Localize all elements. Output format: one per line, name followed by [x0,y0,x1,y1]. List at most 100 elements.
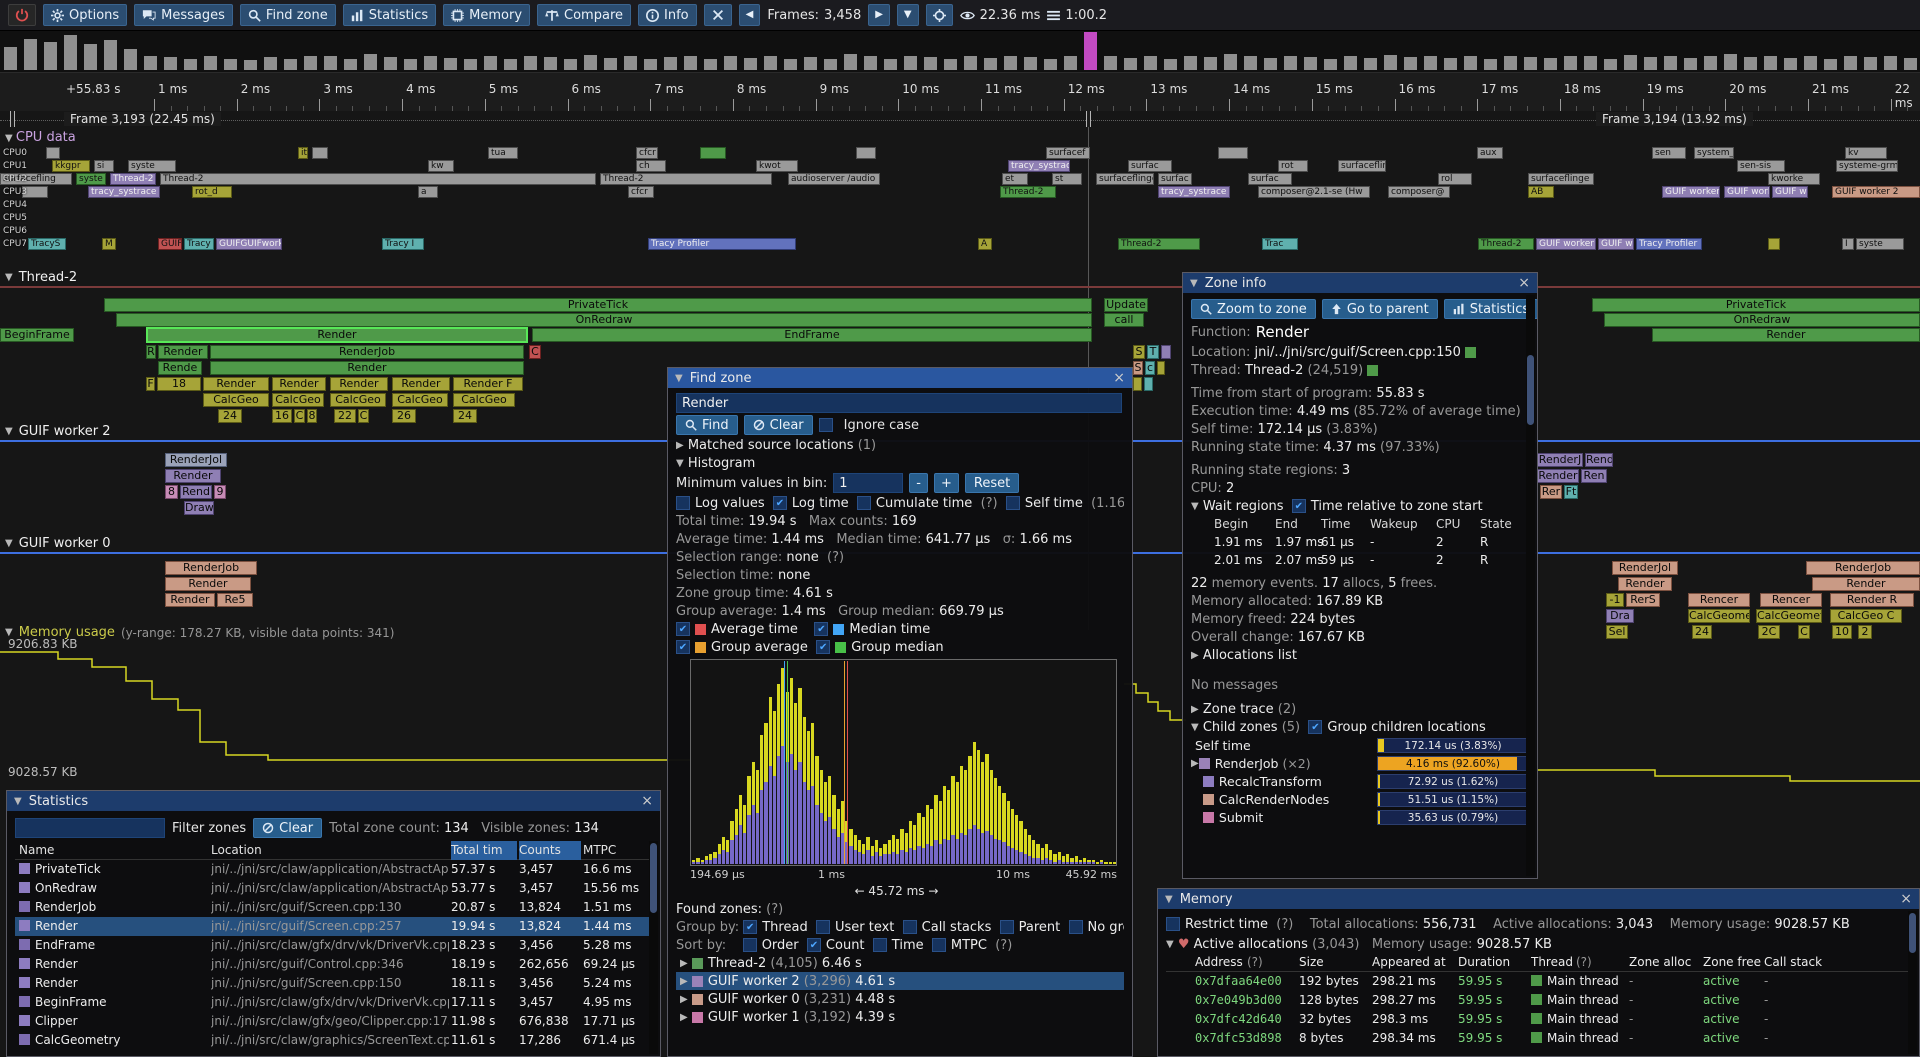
timeline-zone[interactable]: CalcGeome [1688,609,1750,623]
timeline-zone[interactable]: Draw [184,501,214,515]
stats-row[interactable]: PrivateTickjni/../jni/src/claw/applicati… [15,860,652,879]
cpu-segment[interactable]: AB [1528,186,1554,198]
cpu-segment[interactable]: rot [1278,160,1308,172]
timeline-zone[interactable]: OnRedraw [1604,313,1920,327]
group-thread-checkbox[interactable]: ✔ [743,920,757,934]
collapse-arrow[interactable]: ▶ [1191,650,1199,661]
timeline-zone[interactable]: Render F [453,377,523,391]
collapse-arrow[interactable]: ▼ [676,458,684,469]
timeline-zone[interactable]: Sel [1606,625,1628,639]
timeline-zone[interactable]: RenderJol [1612,561,1678,575]
log-values-checkbox[interactable] [676,496,690,510]
stats-column-header[interactable]: Counts [519,841,581,860]
cpu-segment[interactable] [1768,238,1780,250]
cpu-segment[interactable]: GUIF w [1598,238,1634,250]
thread-header[interactable]: ▼GUIF worker 2 [5,423,110,439]
timeline-zone[interactable]: CalcGeomet [1756,609,1822,623]
self-time-checkbox[interactable] [1006,496,1020,510]
collapse-arrow[interactable]: ▼ [5,538,13,549]
timeline-zone[interactable]: Render [165,469,221,483]
memory-column-header[interactable]: Address [1195,953,1243,972]
collapse-arrow[interactable]: ▶ [676,440,684,451]
timeline-zone[interactable] [1161,345,1171,359]
zone-info-scrollbar[interactable] [1526,295,1535,876]
stats-column-header[interactable]: Location [211,841,449,860]
collapse-arrow[interactable]: ▼ [1165,894,1173,905]
timeline-zone[interactable]: 10 [1832,625,1852,639]
cpu-segment[interactable]: sen [1652,147,1686,159]
timeline-zone[interactable]: Render R [1830,593,1914,607]
timeline-zone[interactable]: R [146,345,156,359]
child-zone-row[interactable]: Submit 35.63 us (0.79%) [1191,808,1529,826]
cpu-segment[interactable]: Tracy [184,238,214,250]
memory-column-header[interactable]: Zone alloc [1629,953,1691,972]
memory-column-header[interactable]: Call stack [1764,953,1822,972]
memory-button[interactable]: Memory [443,4,530,26]
cpu-segment[interactable]: GUIF w [1772,186,1808,198]
next-frame-button[interactable]: ▶ [868,4,890,26]
stats-row[interactable]: CalcGeometryjni/../jni/src/claw/graphics… [15,1031,652,1050]
ignore-case-checkbox[interactable] [819,418,833,432]
cpu-segment[interactable]: I [1842,238,1854,250]
stats-filter-input[interactable] [15,818,165,838]
zone-info-window-titlebar[interactable]: ▼ Zone info × [1183,273,1537,293]
timeline-zone[interactable]: RenderJol [165,453,227,467]
cpu-segment[interactable]: surfaceflinge [1528,173,1594,185]
collapse-arrow[interactable]: ▶ [1191,704,1199,715]
allocation-row[interactable]: 0x7dfaa64e00192 bytes298.21 ms59.95 s-ac… [1166,972,1911,991]
cpu-segment[interactable]: tracy_systrace [88,186,160,198]
cpu-segment[interactable]: kkgpr [52,160,90,172]
timeline-zone[interactable]: C [294,409,305,423]
allocation-row[interactable]: 0x7e049b3d00128 bytes298.27 ms59.95 s-ac… [1166,991,1911,1010]
wait-column-header[interactable]: Time [1321,515,1350,533]
timeline-zone[interactable]: Render [210,361,524,375]
tools-button[interactable] [704,4,732,26]
child-zone-row[interactable]: CalcRenderNodes 51.51 us (1.15%) [1191,790,1529,808]
active-allocations-header[interactable]: ▼ ♥ Active allocations (3,043) Memory us… [1166,935,1911,953]
timeline-zone[interactable]: CalcGeo [453,393,515,407]
memory-scrollbar[interactable] [1908,911,1917,1054]
restrict-time-checkbox[interactable] [1166,917,1180,931]
stats-row[interactable]: Renderjni/../jni/src/guif/Screen.cpp:150… [15,974,652,993]
close-icon[interactable]: × [641,794,653,808]
cpu-segment[interactable]: Thread-2 [600,173,772,185]
zone-statistics-button[interactable]: Statistics [1444,299,1537,319]
cpu-segment[interactable]: surfac [1158,173,1192,185]
expand-arrow[interactable]: ▶ [680,976,688,987]
collapse-arrow[interactable]: ▼ [5,272,13,283]
cpu-segment[interactable]: aux [1477,147,1503,159]
cpu-segment[interactable]: surfaceflinger [1096,173,1154,185]
cpu-segment[interactable]: Thread-2 [1478,238,1534,250]
expand-arrow[interactable]: ▶ [680,1012,688,1023]
timeline-zone[interactable]: call [1104,313,1144,327]
time-ruler[interactable]: +55.83 s1 ms2 ms3 ms4 ms5 ms6 ms7 ms8 ms… [0,73,1920,111]
cpu-segment[interactable]: A [978,238,992,250]
cpu-segment[interactable]: Trac [1262,238,1298,250]
group-usertext-checkbox[interactable] [816,920,830,934]
close-icon[interactable]: × [1518,276,1530,290]
collapse-arrow[interactable]: ▼ [1166,939,1174,950]
cpu-segment[interactable]: kw [428,160,454,172]
sort-mtpc-checkbox[interactable] [932,938,946,952]
cpu-segment[interactable]: tracy_systrace [1158,186,1230,198]
relative-time-checkbox[interactable]: ✔ [1292,499,1306,513]
timeline-zone[interactable]: Render [203,377,269,391]
close-icon[interactable]: × [1900,892,1912,906]
statistics-button[interactable]: Statistics [343,4,436,26]
timeline-zone[interactable]: c [1145,361,1155,375]
wait-column-header[interactable]: Wakeup [1370,515,1418,533]
median-time-checkbox[interactable]: ✔ [814,622,828,636]
cumulate-time-checkbox[interactable] [857,496,871,510]
child-zone-row[interactable]: RecalcTransform 72.92 us (1.62%) [1191,772,1529,790]
cpu-segment[interactable]: GUIF worker 2 [1536,238,1596,250]
memory-column-header[interactable]: Duration [1458,953,1510,972]
timeline-zone[interactable]: Render [158,345,208,359]
cpu-segment[interactable]: syste [76,173,106,185]
timeline-zone[interactable]: Ft [1564,485,1578,499]
collapse-arrow[interactable]: ▼ [5,133,16,144]
memory-column-header[interactable]: Zone free [1703,953,1761,972]
stats-column-header[interactable]: Total tim [451,841,517,860]
cpu-segment[interactable]: kv [1845,147,1887,159]
group-callstacks-checkbox[interactable] [903,920,917,934]
cpu-segment[interactable]: GUIFGUIFwork [216,238,282,250]
